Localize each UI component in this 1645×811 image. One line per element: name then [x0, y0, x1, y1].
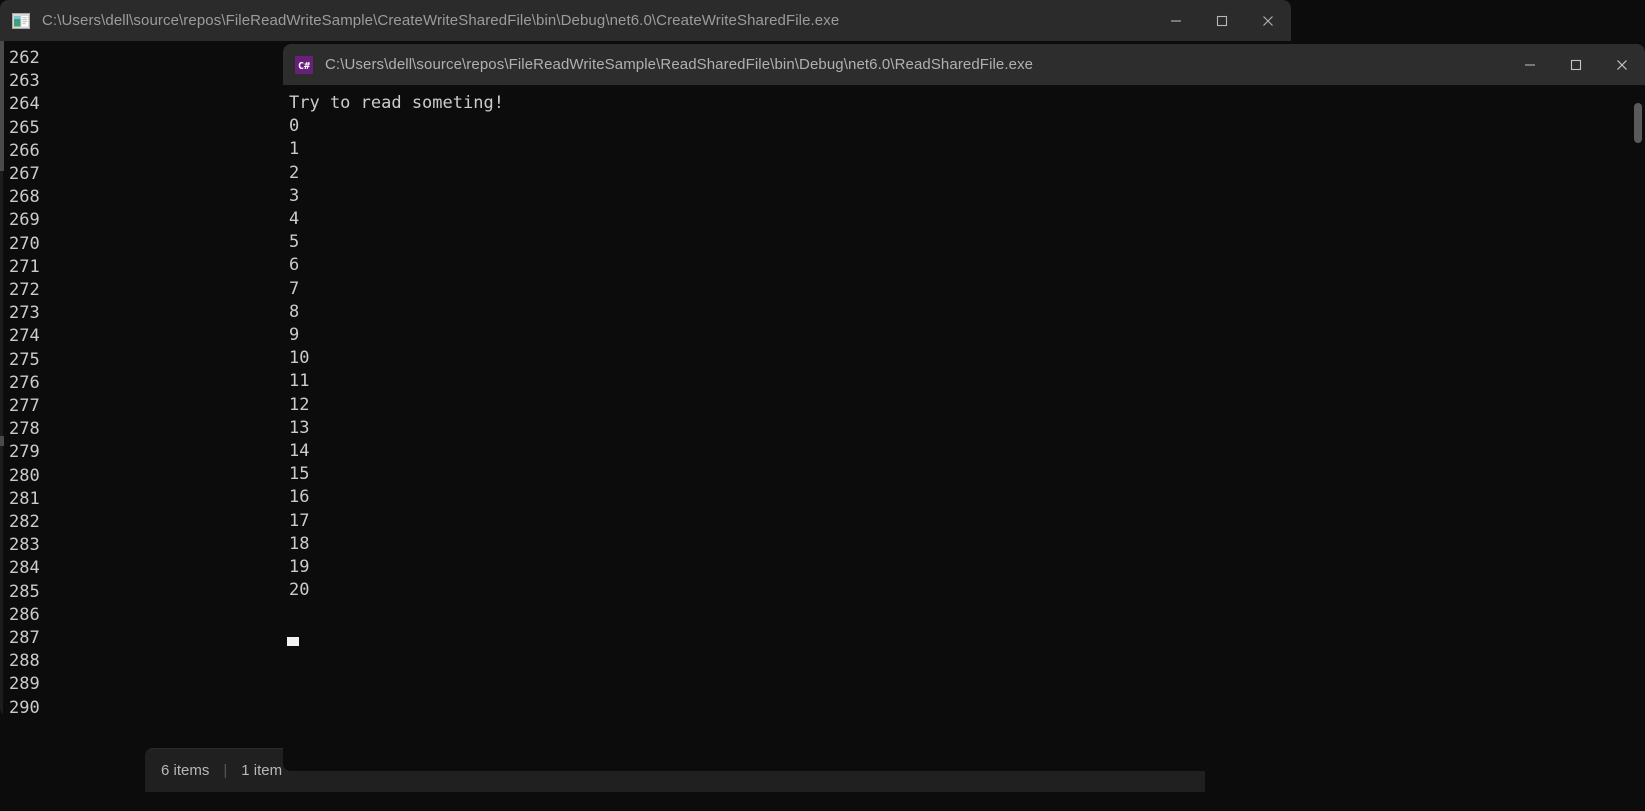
- window-title-read-shared-file: C:\Users\dell\source\repos\FileReadWrite…: [325, 56, 1034, 73]
- maximize-button[interactable]: [1199, 0, 1245, 41]
- console-scrollbar-thumb-left[interactable]: [0, 41, 4, 171]
- console-cursor: [287, 637, 299, 646]
- console-scrollbar-track[interactable]: [1631, 85, 1645, 771]
- console-scrollbar-mark-left: [0, 436, 4, 446]
- close-button[interactable]: [1599, 44, 1645, 85]
- explorer-selected-count: 1 item: [241, 762, 283, 779]
- titlebar-create-write-shared-file[interactable]: C:\Users\dell\source\repos\FileReadWrite…: [0, 0, 1291, 41]
- console-app-icon: [12, 12, 30, 30]
- console-body-read-shared-file[interactable]: Try to read someting! 0 1 2 3 4 5 6 7 8 …: [283, 85, 1645, 771]
- titlebar-read-shared-file[interactable]: C# C:\Users\dell\source\repos\FileReadWr…: [283, 44, 1645, 85]
- minimize-button[interactable]: [1153, 0, 1199, 41]
- console-scrollbar-thumb[interactable]: [1634, 103, 1642, 143]
- window-read-shared-file[interactable]: C# C:\Users\dell\source\repos\FileReadWr…: [283, 44, 1645, 771]
- maximize-button[interactable]: [1553, 44, 1599, 85]
- minimize-button[interactable]: [1507, 44, 1553, 85]
- svg-text:C#: C#: [298, 61, 310, 72]
- console-output-create-write-shared-file: 262 263 264 265 266 267 268 269 270 271 …: [9, 48, 40, 716]
- explorer-item-count: 6 items: [161, 762, 210, 779]
- desktop-root: 6 items | 1 item C:\Users\dell\source\re…: [0, 0, 1645, 811]
- window-title-create-write-shared-file: C:\Users\dell\source\repos\FileReadWrite…: [42, 12, 840, 29]
- explorer-status-separator: |: [223, 762, 228, 779]
- titlebar-buttons-read-shared-file: [1507, 44, 1645, 85]
- console-output-read-shared-file: Try to read someting! 0 1 2 3 4 5 6 7 8 …: [289, 93, 504, 601]
- csharp-icon: C#: [295, 55, 313, 74]
- titlebar-buttons-create-write-shared-file: [1153, 0, 1291, 41]
- close-button[interactable]: [1245, 0, 1291, 41]
